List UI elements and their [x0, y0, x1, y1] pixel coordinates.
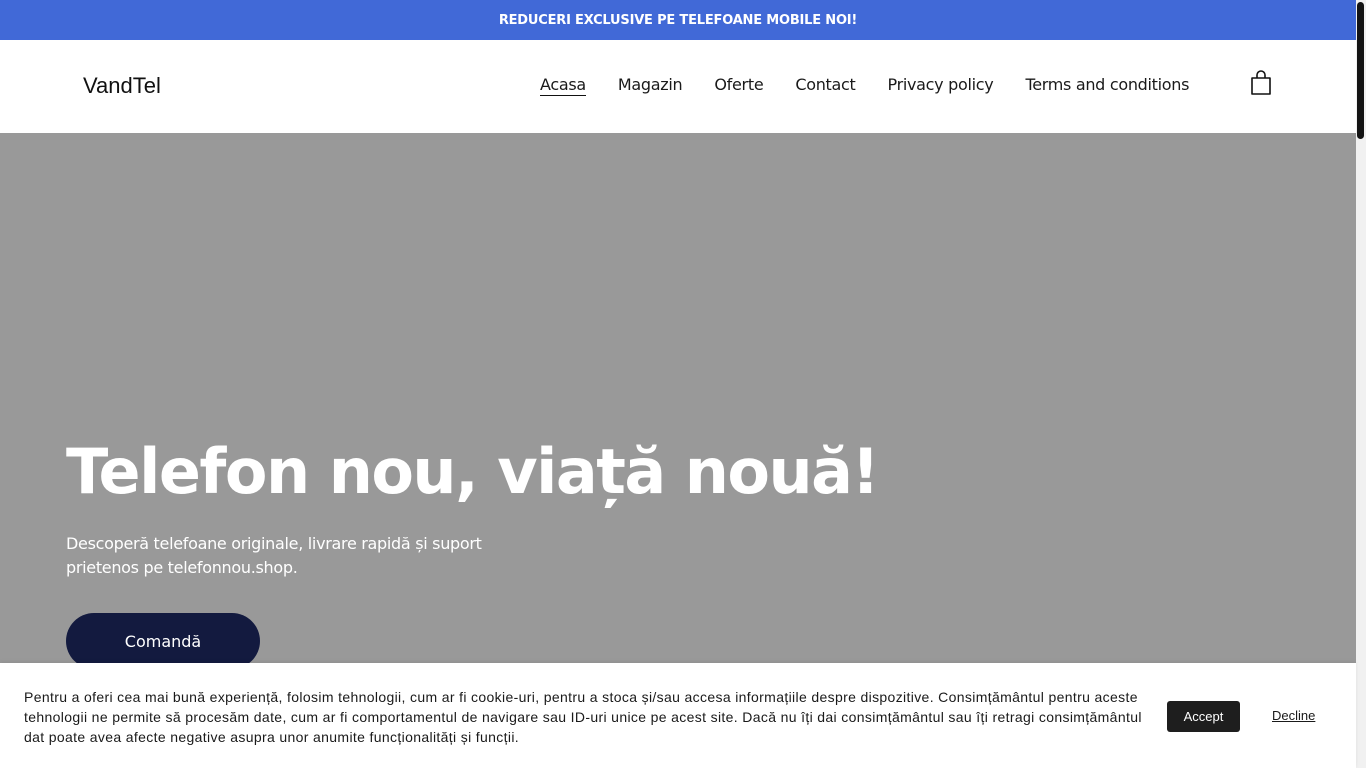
accept-button[interactable]: Accept	[1167, 701, 1240, 732]
nav-item-terms-and-conditions[interactable]: Terms and conditions	[1025, 75, 1189, 96]
announcement-bar: REDUCERI EXCLUSIVE PE TELEFOANE MOBILE N…	[0, 0, 1356, 40]
main-nav: Acasa Magazin Oferte Contact Privacy pol…	[540, 75, 1221, 96]
order-button[interactable]: Comandă	[66, 613, 260, 669]
site-logo[interactable]: VandTel	[83, 73, 161, 99]
decline-link[interactable]: Decline	[1272, 708, 1315, 723]
shopping-bag-icon[interactable]	[1250, 70, 1272, 96]
nav-item-magazin[interactable]: Magazin	[618, 75, 683, 96]
hero-title: Telefon nou, viață nouă!	[66, 435, 880, 508]
nav-item-acasa[interactable]: Acasa	[540, 75, 586, 96]
site-header: VandTel Acasa Magazin Oferte Contact Pri…	[0, 40, 1356, 133]
nav-item-contact[interactable]: Contact	[795, 75, 855, 96]
nav-item-oferte[interactable]: Oferte	[714, 75, 763, 96]
announcement-text: REDUCERI EXCLUSIVE PE TELEFOANE MOBILE N…	[498, 12, 858, 28]
scrollbar-thumb[interactable]	[1357, 2, 1364, 139]
hero-section: Telefon nou, viață nouă! Descoperă telef…	[0, 133, 1356, 669]
hero-subtitle: Descoperă telefoane originale, livrare r…	[66, 534, 482, 577]
cookie-banner: Pentru a oferi cea mai bună experiență, …	[0, 663, 1356, 768]
cookie-consent-text: Pentru a oferi cea mai bună experiență, …	[24, 689, 1142, 745]
nav-item-privacy-policy[interactable]: Privacy policy	[888, 75, 994, 96]
